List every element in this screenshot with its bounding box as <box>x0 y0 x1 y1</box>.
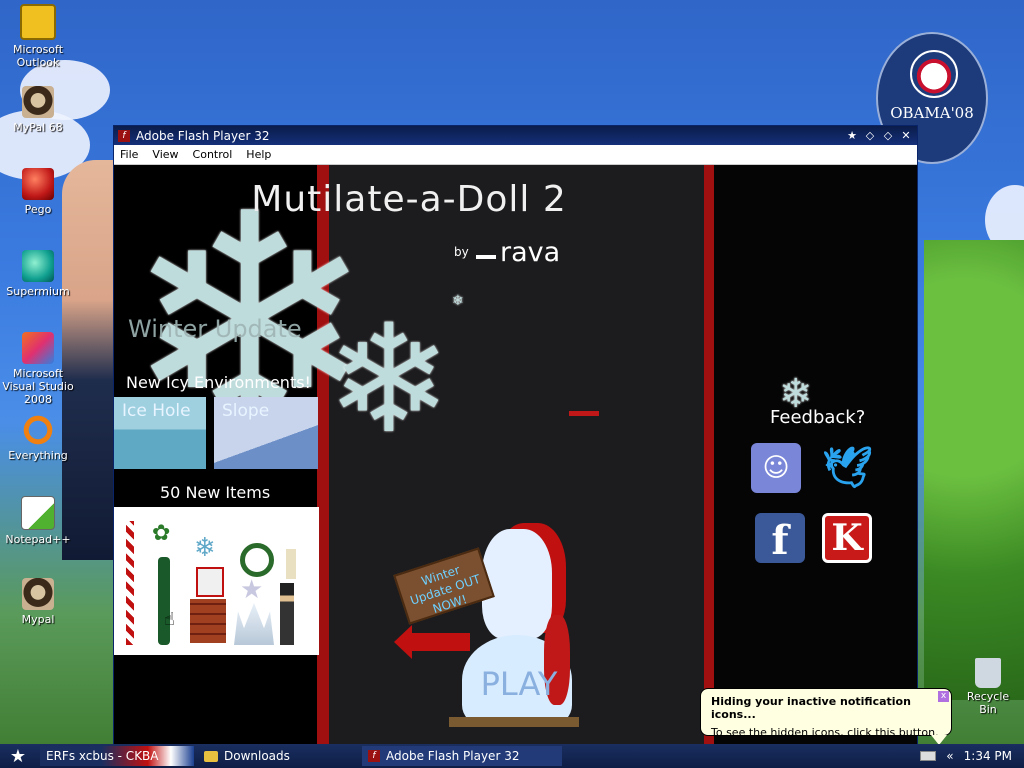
pointer-cursor-icon: ☝ <box>164 609 175 630</box>
desktop-icon-label: Everything <box>8 449 68 462</box>
desktop-icon-label: Mypal <box>21 613 55 626</box>
pego-icon <box>22 168 54 200</box>
twitter-icon[interactable]: 🕊 <box>822 443 873 493</box>
keyboard-icon[interactable] <box>920 751 937 761</box>
mypal-icon <box>22 578 54 610</box>
close-button[interactable]: ✕ <box>899 129 913 143</box>
menu-view[interactable]: View <box>152 148 178 161</box>
desktop-icon-label: Notepad++ <box>5 533 71 546</box>
folder-icon <box>204 750 218 762</box>
menu-file[interactable]: File <box>120 148 138 161</box>
everything-icon <box>22 414 54 446</box>
desktop-icon-outlook[interactable]: Microsoft Outlook <box>0 4 76 69</box>
star-icon: ★ <box>240 575 264 605</box>
clock[interactable]: 1:34 PM <box>964 749 1012 763</box>
byline: by <box>454 245 469 259</box>
flash-icon: f <box>118 129 130 142</box>
env-label: Slope <box>222 401 270 421</box>
snowflake-icon: ❄ <box>452 293 464 309</box>
recycle-bin-icon <box>975 658 1001 688</box>
ice-castle-icon <box>234 603 274 645</box>
new-items-label: 50 New Items <box>160 483 271 502</box>
desktop-icon-visual-studio[interactable]: Microsoft Visual Studio 2008 <box>0 332 76 406</box>
desktop-icon-pego[interactable]: Pego <box>0 168 76 216</box>
notepadpp-icon <box>21 496 55 530</box>
discord-icon[interactable]: ☺ <box>751 443 801 493</box>
obama-badge-text: OBAMA'08 <box>890 104 974 122</box>
bench <box>449 717 579 727</box>
menu-control[interactable]: Control <box>193 148 233 161</box>
close-icon[interactable]: x <box>938 691 949 702</box>
start-button[interactable]: ★ <box>0 744 36 768</box>
champagne-bottle-icon <box>158 557 170 645</box>
menu-help[interactable]: Help <box>246 148 271 161</box>
menu-bar: File View Control Help <box>114 145 917 165</box>
desktop-icon-mypal[interactable]: Mypal <box>0 578 76 626</box>
wreath-icon <box>240 543 274 577</box>
maximize-button[interactable]: ◇ <box>881 129 895 143</box>
new-environments-label: New Icy Environments! <box>126 373 311 392</box>
kongregate-icon[interactable]: K <box>822 513 872 563</box>
flash-icon: f <box>368 750 380 762</box>
minimize-button[interactable]: ◇ <box>863 129 877 143</box>
flash-player-window: f Adobe Flash Player 32 ★ ◇ ◇ ✕ File Vie… <box>113 125 918 752</box>
candle-icon <box>286 549 296 579</box>
snowflake-icon: ❄ <box>326 293 452 467</box>
play-button[interactable]: PLAY <box>464 665 574 703</box>
desktop-icon-label: Supermium <box>6 285 70 298</box>
desktop-icon-label: MyPal 68 <box>13 121 63 134</box>
desktop-icon-recycle-bin[interactable]: Recycle Bin <box>958 658 1018 716</box>
taskbar-item-label: Adobe Flash Player 32 <box>386 749 520 763</box>
pin-icon[interactable]: ★ <box>845 129 859 143</box>
snowman-head[interactable] <box>482 529 552 639</box>
taskbar-item-flash-player[interactable]: f Adobe Flash Player 32 <box>362 746 562 766</box>
system-tray: « 1:34 PM <box>908 744 1024 768</box>
taskbar-item-label: ERFs xcbus - CKBA <box>46 749 159 763</box>
new-items-preview: ✿ ☝ ❄ ★ <box>114 507 319 655</box>
desktop-icon-label: Recycle Bin <box>966 690 1010 716</box>
flash-stage[interactable]: ❄ ❄ ❄ ❄ Mutilate-a-Doll 2 by rava Winter… <box>114 165 917 751</box>
feedback-label: Feedback? <box>770 407 866 428</box>
desktop-icon-notepadpp[interactable]: Notepad++ <box>0 496 76 546</box>
show-hidden-icons-button[interactable]: « <box>946 749 953 763</box>
desktop-icon-supermium[interactable]: Supermium <box>0 250 76 298</box>
env-label: Ice Hole <box>122 401 191 421</box>
desktop-icon-label: Microsoft Outlook <box>12 43 64 69</box>
game-title: Mutilate-a-Doll 2 <box>251 179 567 220</box>
window-title: Adobe Flash Player 32 <box>136 128 270 143</box>
taskbar-item[interactable]: ERFs xcbus - CKBA <box>40 746 194 766</box>
right-panel <box>714 165 917 751</box>
desktop-icon-mypal68[interactable]: MyPal 68 <box>0 86 76 134</box>
author-name: rava <box>500 237 561 268</box>
env-ice-hole-thumbnail[interactable]: Ice Hole <box>114 397 206 469</box>
nutcracker-icon <box>280 583 294 645</box>
taskbar-item-downloads[interactable]: Downloads <box>198 746 358 766</box>
gift-icon <box>196 567 224 597</box>
notification-title: Hiding your inactive notification icons.… <box>711 695 911 721</box>
outlook-icon <box>20 4 56 40</box>
notification-text: To see the hidden icons, click this butt… <box>711 726 939 739</box>
desktop-trees <box>924 240 1024 700</box>
window-titlebar[interactable]: f Adobe Flash Player 32 ★ ◇ ◇ ✕ <box>114 126 917 145</box>
snowflake-item-icon: ❄ <box>194 533 216 563</box>
desktop-icon-everything[interactable]: Everything <box>0 414 76 462</box>
obama-logo-icon <box>910 50 958 98</box>
visual-studio-icon <box>22 332 54 364</box>
arrow-icon <box>394 625 470 659</box>
supermium-icon <box>22 250 54 282</box>
desktop-icon-label: Pego <box>24 203 52 216</box>
taskbar: ★ ERFs xcbus - CKBA Downloads f Adobe Fl… <box>0 744 1024 768</box>
facebook-icon[interactable]: f <box>755 513 805 564</box>
desktop-icon-label: Microsoft Visual Studio 2008 <box>2 367 74 406</box>
notification-balloon[interactable]: x Hiding your inactive notification icon… <box>700 688 952 745</box>
winter-update-heading: Winter Update <box>128 315 302 343</box>
candy-cane-icon <box>126 521 134 645</box>
author-logo-bar <box>476 255 496 259</box>
mistletoe-icon: ✿ <box>152 521 171 546</box>
blood-splatter <box>569 411 599 416</box>
mypal-icon <box>22 86 54 118</box>
env-slope-thumbnail[interactable]: Slope <box>214 397 318 469</box>
chimney-icon <box>190 599 226 643</box>
taskbar-item-label: Downloads <box>224 749 290 763</box>
